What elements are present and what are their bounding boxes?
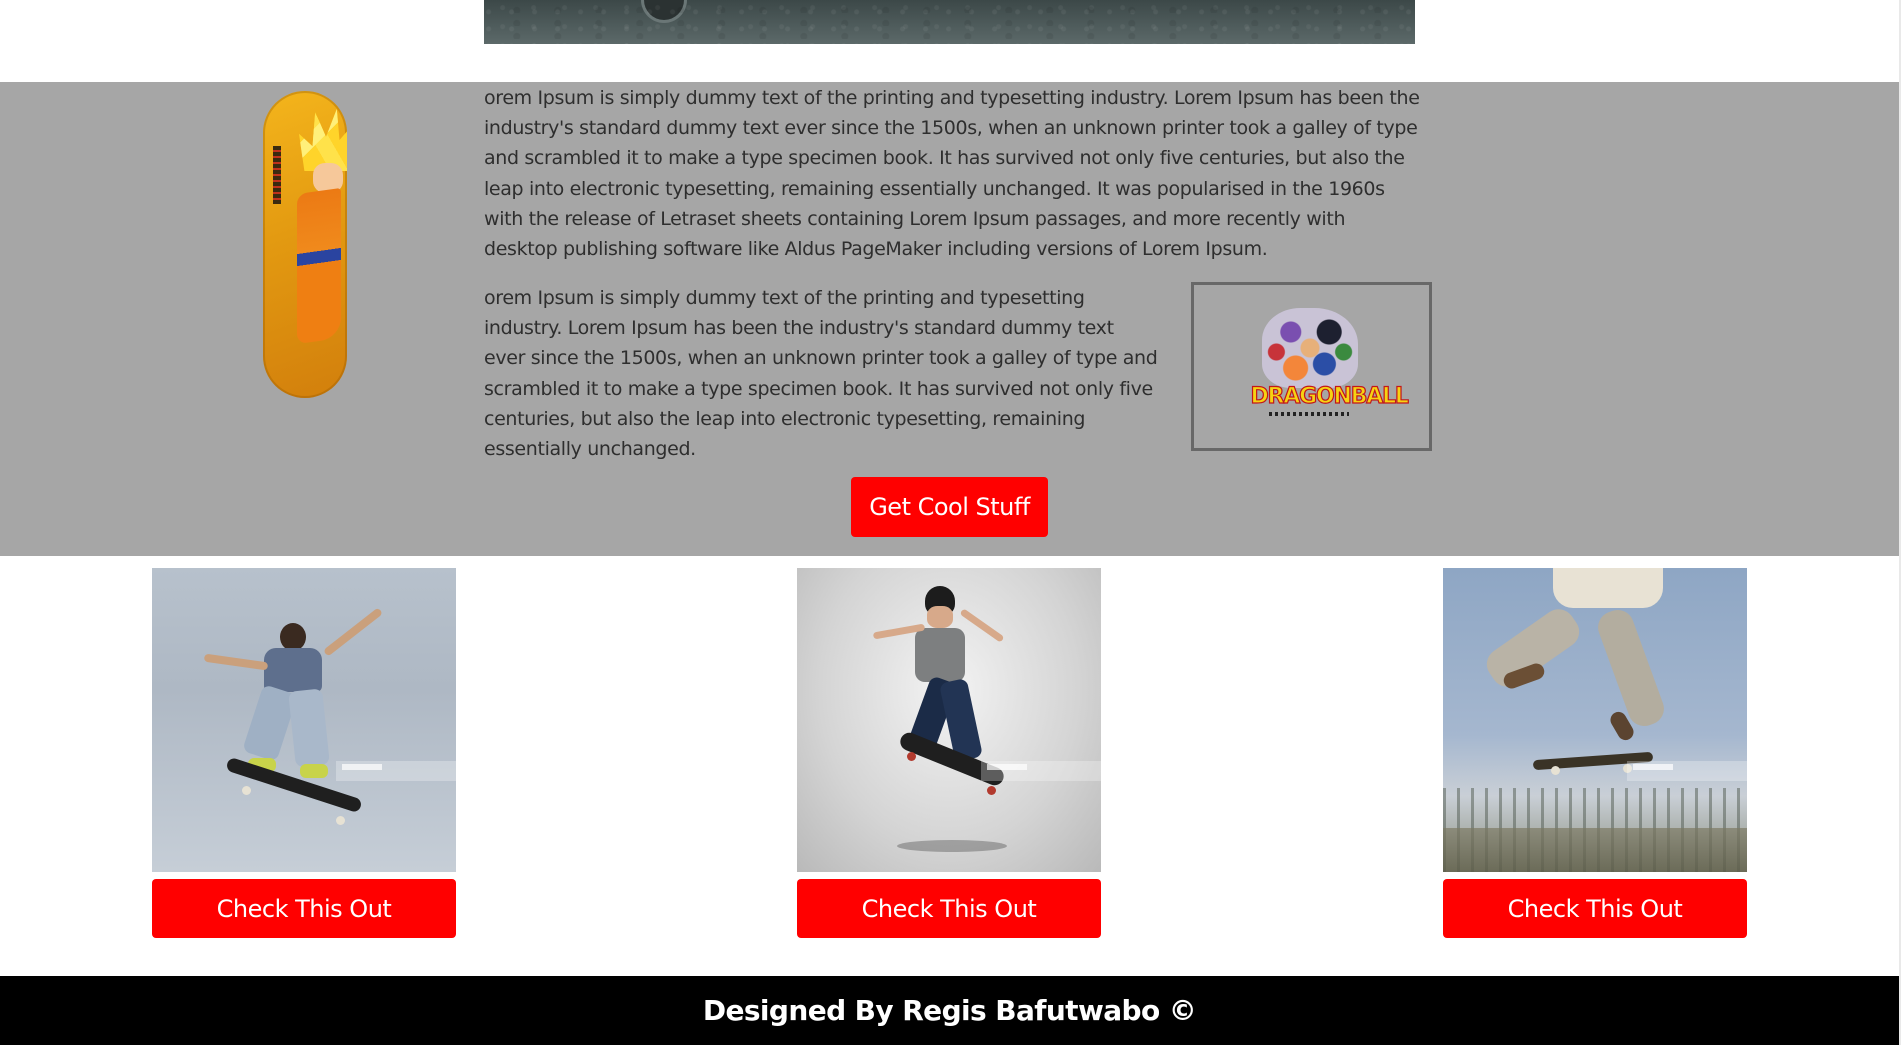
intro-paragraph-2: orem Ipsum is simply dummy text of the p…	[484, 287, 1158, 461]
dragonball-logo-frame: DRAGONBALL	[1191, 282, 1432, 451]
watermark	[336, 761, 456, 781]
logo-wordmark: DRAGONBALL	[1250, 383, 1410, 409]
skateboard-deck-image	[263, 91, 347, 398]
get-cool-stuff-button[interactable]: Get Cool Stuff	[851, 477, 1048, 537]
page: orem Ipsum is simply dummy text of the p…	[0, 0, 1901, 1045]
dragonball-logo-image: DRAGONBALL	[1247, 302, 1410, 432]
check-this-out-button-1[interactable]: Check This Out	[152, 879, 456, 938]
product-image-2	[797, 568, 1101, 872]
deck-character-body	[297, 187, 341, 345]
logo-characters	[1261, 307, 1358, 388]
watermark	[1627, 761, 1747, 781]
check-this-out-button-2[interactable]: Check This Out	[797, 879, 1101, 938]
hero-banner-image	[484, 0, 1415, 44]
watermark	[981, 761, 1101, 781]
product-image-3	[1443, 568, 1747, 872]
product-image-1	[152, 568, 456, 872]
footer-credit: Designed By Regis Bafutwabo ©	[702, 994, 1197, 1027]
check-this-out-button-3[interactable]: Check This Out	[1443, 879, 1747, 938]
logo-dots	[1268, 411, 1349, 416]
deck-graphic-stripe	[273, 146, 281, 204]
intro-paragraph-1: orem Ipsum is simply dummy text of the p…	[484, 87, 1420, 261]
footer: Designed By Regis Bafutwabo ©	[0, 976, 1899, 1045]
deck-character-hair	[299, 109, 347, 171]
